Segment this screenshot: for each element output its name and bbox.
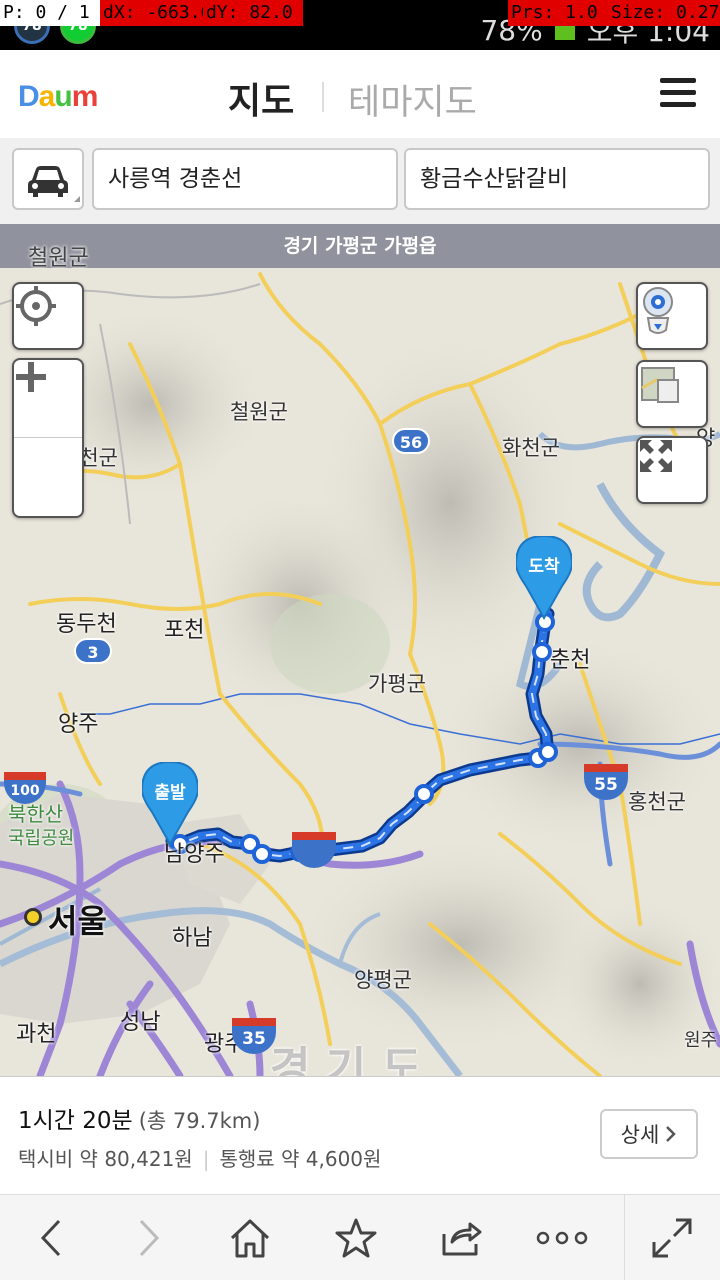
- roadview-camera-icon: [643, 287, 673, 334]
- tab-map[interactable]: 지도: [228, 72, 294, 124]
- fullscreen-button[interactable]: [636, 436, 708, 504]
- browser-nav-bar: [0, 1194, 720, 1280]
- share-icon: [442, 1222, 482, 1256]
- route-duration: 1시간 20분: [18, 1108, 133, 1134]
- bookmark-button[interactable]: [306, 1195, 406, 1280]
- label-cheorwon-top: 철원군: [28, 246, 89, 271]
- zoom-out-button[interactable]: [14, 374, 82, 516]
- route-detail-label: 상세: [620, 1123, 660, 1147]
- destination-input[interactable]: 황금수산닭갈비: [404, 148, 710, 210]
- label-yangju: 양주: [58, 712, 99, 737]
- debug-dy: dY: 82.0: [203, 0, 303, 26]
- zoom-control: [12, 358, 84, 518]
- label-cheorwon: 철원군: [230, 400, 288, 424]
- chevron-right-icon: [139, 1219, 160, 1257]
- label-yangpyeong: 양평군: [354, 968, 412, 992]
- more-button[interactable]: [512, 1195, 612, 1280]
- car-icon: [28, 166, 80, 202]
- debug-xv: Xv: 0.663: [306, 2, 403, 23]
- label-hwacheon: 화천군: [502, 436, 560, 460]
- map-view[interactable]: 경기 가평군 가평읍 철원군 철원군 연천군 화천군 동두천 포천 가평군 춘천…: [0, 224, 720, 1076]
- route-detail-button[interactable]: 상세: [600, 1109, 698, 1159]
- app-header: Daum 지도 테마지도: [0, 50, 720, 138]
- origin-input[interactable]: 사릉역 경춘선: [92, 148, 398, 210]
- label-seoul: 서울: [48, 902, 107, 940]
- transport-mode-button[interactable]: [12, 148, 84, 210]
- end-pin-icon: [516, 536, 572, 620]
- debug-yv: Yv: 0.635: [406, 2, 504, 23]
- share-button[interactable]: [410, 1195, 510, 1280]
- route-search-bar: 사릉역 경춘선 황금수산닭갈비: [0, 138, 720, 224]
- route-shield-3: 3: [74, 638, 112, 664]
- expand-button[interactable]: [624, 1195, 720, 1280]
- label-pocheon: 포천: [164, 618, 205, 643]
- start-pin[interactable]: 출발: [142, 762, 198, 846]
- tab-divider: [322, 82, 324, 112]
- home-icon: [230, 1219, 270, 1258]
- daum-logo[interactable]: Daum: [18, 80, 98, 114]
- route-distance: (총 79.7km): [138, 1109, 261, 1133]
- start-pin-icon: [142, 762, 198, 846]
- crosshair-icon: [16, 286, 56, 326]
- debug-prs: Prs: 1.0: [508, 0, 608, 26]
- label-bukhansan-park: 국립공원: [8, 828, 75, 849]
- fullscreen-icon: [640, 440, 672, 472]
- taxi-fare: 택시비 약 80,421원: [18, 1147, 193, 1171]
- chevron-right-icon: [666, 1126, 677, 1142]
- label-dongducheon: 동두천: [56, 612, 117, 637]
- back-button[interactable]: [0, 1195, 100, 1280]
- label-hongcheon: 홍천군: [628, 790, 686, 814]
- label-gapyeong: 가평군: [368, 672, 426, 696]
- map-layer-icon: [641, 367, 679, 403]
- tab-theme-map[interactable]: 테마지도: [348, 74, 477, 125]
- roadview-button[interactable]: [636, 282, 708, 350]
- current-location-button[interactable]: [12, 282, 84, 350]
- star-icon: [335, 1218, 377, 1258]
- home-button[interactable]: [200, 1195, 300, 1280]
- expand-icon: [652, 1218, 692, 1258]
- start-pin-label: 출발: [154, 783, 186, 803]
- label-wonju: 원주: [684, 1030, 718, 1051]
- label-gyeonggi: 경 기 도: [270, 1043, 423, 1076]
- map-type-button[interactable]: [636, 360, 708, 428]
- forward-button[interactable]: [100, 1195, 200, 1280]
- cost-divider: |: [202, 1147, 210, 1171]
- end-pin-label: 도착: [528, 557, 560, 577]
- route-shield-56: 56: [392, 428, 430, 454]
- toll-fee: 통행료 약 4,600원: [219, 1147, 382, 1171]
- capital-marker-icon: [24, 908, 42, 926]
- label-gwacheon: 과천: [16, 1022, 57, 1047]
- route-summary: 1시간 20분 (총 79.7km) 택시비 약 80,421원 | 통행료 약 4,…: [0, 1076, 720, 1194]
- region-banner: 경기 가평군 가평읍: [0, 224, 720, 268]
- label-hanam: 하남: [172, 926, 213, 951]
- debug-pointer: P: 0 / 1: [0, 0, 100, 26]
- status-bar: 78 78 78% 오후 1:04 P: 0 / 1 dX: -663.0 dY…: [0, 0, 720, 50]
- more-icon: [536, 1231, 588, 1245]
- end-pin[interactable]: 도착: [516, 536, 572, 620]
- route-duration-row: 1시간 20분 (총 79.7km): [18, 1101, 260, 1135]
- debug-size: Size: 0.27: [608, 0, 720, 26]
- route-cost-row: 택시비 약 80,421원 | 통행료 약 4,600원: [18, 1143, 381, 1172]
- debug-dx: dX: -663.0: [100, 0, 203, 26]
- minus-icon: [16, 374, 46, 380]
- label-seongnam: 성남: [120, 1010, 161, 1035]
- hamburger-menu-icon[interactable]: [660, 78, 696, 110]
- chevron-left-icon: [40, 1219, 61, 1257]
- label-chuncheon: 춘천: [550, 648, 591, 673]
